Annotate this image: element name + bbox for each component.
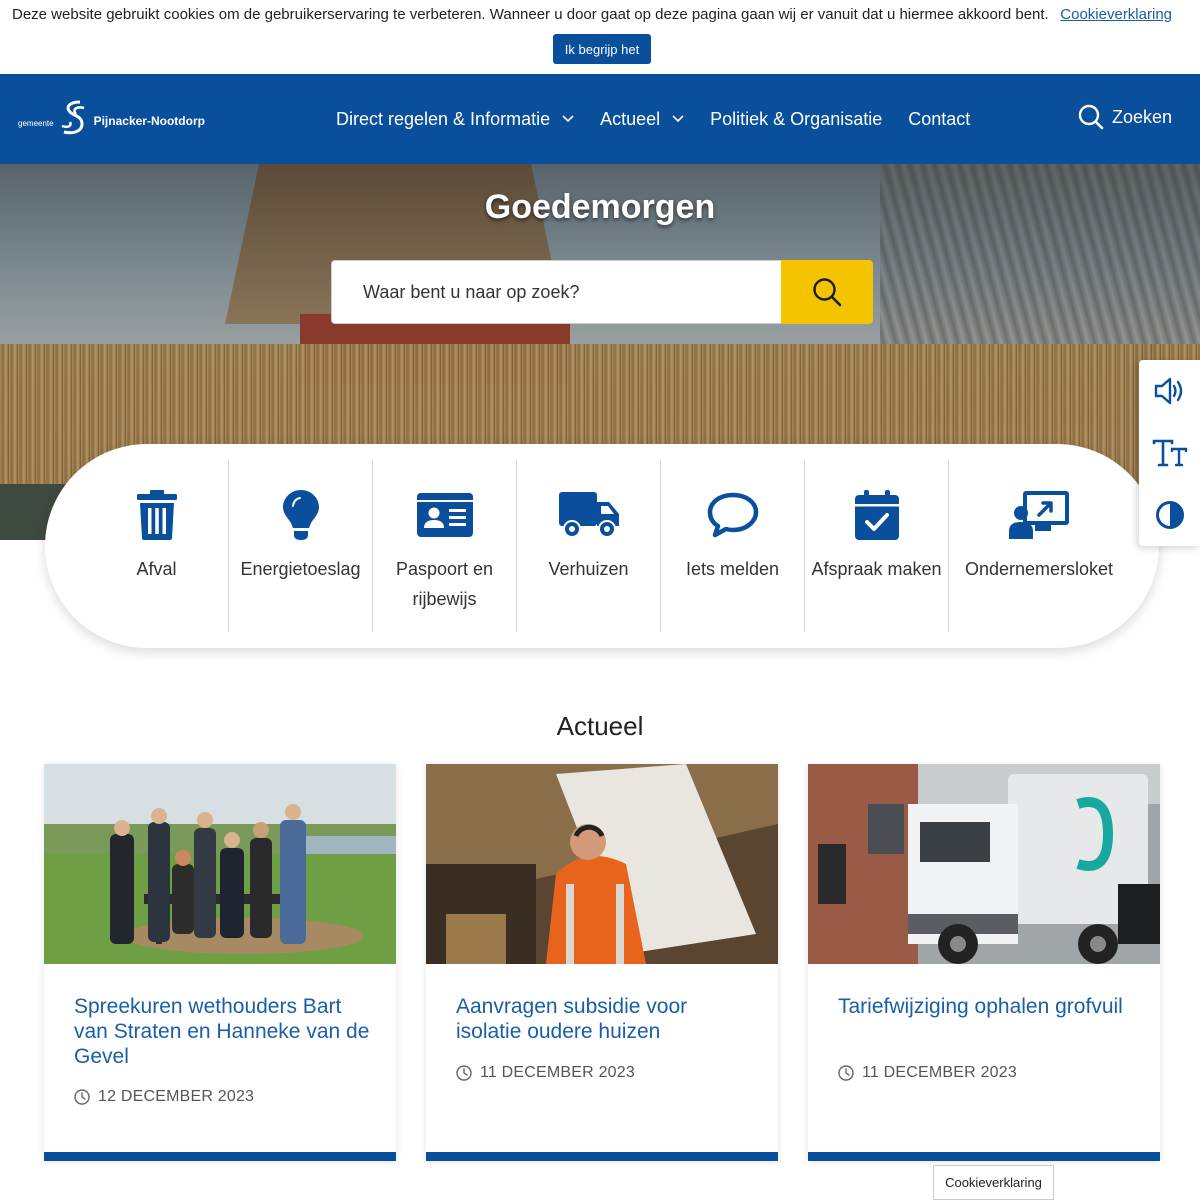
search-icon (813, 278, 842, 307)
photo-truck-illustration (808, 764, 1160, 964)
id-card-icon (416, 493, 473, 537)
news-card[interactable]: Aanvragen subsidie voor isolatie oudere … (426, 764, 778, 1161)
nav-item-politiek[interactable]: Politiek & Organisatie (710, 109, 882, 130)
nav-item-label: Contact (908, 108, 971, 129)
news-title: Tariefwijziging ophalen grofvuil (838, 995, 1123, 1018)
cookie-banner: Deze website gebruikt cookies om de gebr… (0, 0, 1200, 74)
news-section-title: Actueel (556, 711, 644, 741)
news-image-wethouders (44, 764, 396, 964)
news-list: Spreekuren wethouders Bart van Straten e… (44, 764, 1160, 1164)
read-aloud-button[interactable] (1139, 360, 1200, 422)
cookie-statement-link[interactable]: Cookieverklaring (1060, 6, 1172, 23)
main-nav: Direct regelen & Informatie Actueel Poli… (336, 74, 996, 164)
contrast-button[interactable] (1139, 484, 1200, 546)
text-size-icon (1152, 439, 1187, 467)
tile-ondernemersloket[interactable]: Ondernemersloket (949, 460, 1129, 632)
site-header: gemeente Pijnacker-Nootdorp Direct regel… (0, 74, 1200, 164)
trash-icon (136, 490, 177, 540)
news-date: 11 DECEMBER 2023 (456, 1064, 635, 1082)
hero-greeting: Goedemorgen (484, 188, 716, 226)
nav-item-direct-regelen[interactable]: Direct regelen & Informatie (336, 109, 574, 130)
search-input[interactable] (331, 260, 781, 324)
photo-worker-illustration (426, 764, 778, 964)
logo-name: Pijnacker-Nootdorp (93, 114, 205, 128)
news-image-isolatie (426, 764, 778, 964)
contrast-icon (1155, 501, 1184, 529)
news-card[interactable]: Tariefwijziging ophalen grofvuil 11 DECE… (808, 764, 1160, 1161)
tile-label: Afspraak maken (811, 559, 942, 579)
tile-label: Energietoeslag (240, 559, 361, 579)
news-date: 11 DECEMBER 2023 (838, 1064, 1017, 1082)
nav-item-label: Actueel (600, 108, 661, 129)
calendar-check-icon (854, 490, 899, 540)
cookie-accept-button[interactable]: Ik begrijp het (553, 34, 651, 64)
header-search-label: Zoeken (1111, 106, 1172, 127)
tile-energietoeslag[interactable]: Energietoeslag (229, 460, 373, 632)
chevron-down-icon (672, 115, 684, 123)
news-date: 12 DECEMBER 2023 (74, 1088, 254, 1106)
cookie-message: Deze website gebruikt cookies om de gebr… (12, 6, 1049, 23)
tile-label: Ondernemersloket (964, 559, 1114, 579)
business-presentation-icon (1009, 491, 1069, 539)
tile-afspraak[interactable]: Afspraak maken (805, 460, 949, 632)
lightbulb-icon (282, 490, 319, 540)
speaker-icon (1154, 377, 1182, 405)
news-card[interactable]: Spreekuren wethouders Bart van Straten e… (44, 764, 396, 1161)
search-icon (1078, 104, 1104, 130)
tile-label: Paspoort en rijbewijs (395, 559, 494, 609)
news-image-grofvuil (808, 764, 1160, 964)
news-date-text: 11 DECEMBER 2023 (862, 1064, 1017, 1081)
nav-item-label: Direct regelen & Informatie (336, 108, 551, 129)
tile-label: Afval (136, 559, 177, 579)
tile-paspoort[interactable]: Paspoort en rijbewijs (373, 460, 517, 632)
accessibility-toolbar (1139, 360, 1200, 546)
news-title: Spreekuren wethouders Bart van Straten e… (74, 995, 370, 1068)
news-title: Aanvragen subsidie voor isolatie oudere … (456, 995, 688, 1043)
speech-bubble-icon (707, 492, 758, 538)
clock-icon (838, 1065, 854, 1081)
clock-icon (456, 1065, 472, 1081)
nav-item-label: Politiek & Organisatie (710, 108, 883, 129)
tile-label: Iets melden (685, 559, 780, 579)
nav-item-actueel[interactable]: Actueel (600, 109, 684, 130)
tile-label: Verhuizen (548, 559, 629, 579)
search-submit-button[interactable] (781, 260, 873, 324)
quick-links: Afval Energietoeslag Paspoort en rijbewi… (45, 444, 1159, 648)
header-search-button[interactable]: Zoeken (1078, 104, 1172, 130)
text-size-button[interactable] (1139, 422, 1200, 484)
news-date-text: 11 DECEMBER 2023 (480, 1064, 635, 1081)
nav-item-contact[interactable]: Contact (908, 109, 970, 130)
truck-icon (558, 492, 619, 538)
tile-afval[interactable]: Afval (85, 460, 229, 632)
logo-prefix: gemeente (18, 118, 54, 128)
logo[interactable]: gemeente Pijnacker-Nootdorp (18, 98, 205, 140)
clock-icon (74, 1089, 90, 1105)
chevron-down-icon (562, 115, 574, 123)
logo-mark-icon (61, 100, 84, 135)
tile-iets-melden[interactable]: Iets melden (661, 460, 805, 632)
tile-verhuizen[interactable]: Verhuizen (517, 460, 661, 632)
hero-search (331, 260, 873, 324)
news-date-text: 12 DECEMBER 2023 (98, 1088, 255, 1105)
photo-people-illustration (44, 764, 396, 964)
cookie-statement-floating-button[interactable]: Cookieverklaring (933, 1165, 1054, 1200)
